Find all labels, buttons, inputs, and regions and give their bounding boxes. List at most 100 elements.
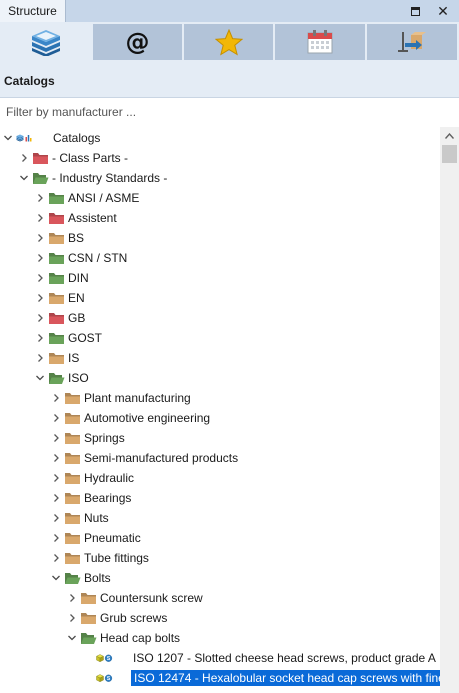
catalogs-view-button[interactable] [0, 24, 91, 60]
tree-node-label: Bearings [84, 491, 132, 505]
tree-node-head-cap-bolts[interactable]: Head cap bolts [0, 628, 440, 648]
chevron-right-icon[interactable] [50, 552, 62, 564]
open-folder-green-icon [33, 173, 49, 184]
folder-red-icon [33, 153, 48, 164]
section-title: Catalogs [4, 74, 55, 88]
chevron-right-icon[interactable] [50, 492, 62, 504]
close-icon: ✕ [437, 2, 449, 19]
chevron-right-icon[interactable] [66, 612, 78, 624]
favorites-view-button[interactable] [184, 24, 273, 60]
tree-node-label: GOST [68, 331, 103, 345]
tree-node-label: Nuts [84, 511, 109, 525]
tree-node-hydraulic[interactable]: Hydraulic [0, 468, 440, 488]
chevron-right-icon[interactable] [34, 272, 46, 284]
open-folder-green-icon [49, 373, 65, 384]
tree-node-bs[interactable]: BS [0, 228, 440, 248]
chevron-right-icon[interactable] [34, 252, 46, 264]
tree-node-bearings[interactable]: Bearings [0, 488, 440, 508]
tree-node-tube-fittings[interactable]: Tube fittings [0, 548, 440, 568]
chevron-right-icon[interactable] [18, 152, 30, 164]
tree-node-is[interactable]: IS [0, 348, 440, 368]
tree-node-csn-stn[interactable]: CSN / STN [0, 248, 440, 268]
chevron-right-icon[interactable] [34, 212, 46, 224]
tree-node-class-parts[interactable]: - Class Parts - [0, 148, 440, 168]
panel-header: Structure ✕ [0, 0, 459, 22]
tree-node-label: Hydraulic [84, 471, 135, 485]
tree-node-label: Tube fittings [84, 551, 149, 565]
folder-red-icon [49, 313, 64, 324]
restore-button[interactable] [406, 2, 424, 20]
calendar-view-button[interactable] [275, 24, 365, 60]
export-view-button[interactable] [367, 24, 457, 60]
chevron-right-icon[interactable] [50, 512, 62, 524]
folder-tan-icon [81, 593, 96, 604]
folder-tan-icon [65, 493, 80, 504]
chevron-right-icon[interactable] [50, 532, 62, 544]
chevron-right-icon[interactable] [34, 332, 46, 344]
chevron-right-icon[interactable] [50, 432, 62, 444]
tree-scrollbar[interactable] [440, 127, 459, 693]
at-sign-icon: @ [125, 28, 150, 56]
tree-node-bolts[interactable]: Bolts [0, 568, 440, 588]
tree-node-iso-1207-slotted-cheese-head-screws-product-grade-a[interactable]: S ISO 1207 - Slotted cheese head screws, … [0, 648, 440, 668]
tree-node-plant-manufacturing[interactable]: Plant manufacturing [0, 388, 440, 408]
chevron-right-icon[interactable] [50, 472, 62, 484]
chevron-right-icon[interactable] [50, 392, 62, 404]
chevron-down-icon[interactable] [18, 172, 30, 184]
tree-node-springs[interactable]: Springs [0, 428, 440, 448]
open-folder-green-icon [65, 573, 81, 584]
tree-node-label: Plant manufacturing [84, 391, 191, 405]
open-folder-green-icon [81, 633, 97, 644]
chevron-down-icon[interactable] [2, 132, 14, 144]
chevron-right-icon[interactable] [50, 452, 62, 464]
tree-node-din[interactable]: DIN [0, 268, 440, 288]
tree-node-label: ISO 12474 - Hexalobular socket head cap … [131, 670, 440, 686]
chevron-right-icon[interactable] [66, 592, 78, 604]
folder-tan-icon [65, 433, 80, 444]
tree-node-catalogs[interactable]: Catalogs [0, 128, 440, 148]
tree-node-en[interactable]: EN [0, 288, 440, 308]
tree-node-iso[interactable]: ISO [0, 368, 440, 388]
manufacturer-filter-input[interactable] [0, 99, 459, 125]
tree-node-label: Semi-manufactured products [84, 451, 239, 465]
tree-node-pneumatic[interactable]: Pneumatic [0, 528, 440, 548]
tree-node-gost[interactable]: GOST [0, 328, 440, 348]
tree-node-label: - Class Parts - [52, 151, 129, 165]
tree-node-automotive-engineering[interactable]: Automotive engineering [0, 408, 440, 428]
chevron-down-icon[interactable] [66, 632, 78, 644]
tree-node-assistent[interactable]: Assistent [0, 208, 440, 228]
folder-tan-icon [65, 393, 80, 404]
chevron-right-icon[interactable] [34, 352, 46, 364]
panel-tab-structure[interactable]: Structure [0, 0, 66, 22]
scroll-thumb[interactable] [442, 145, 457, 163]
tree-node-label: Springs [84, 431, 125, 445]
tree-node-semi-manufactured-products[interactable]: Semi-manufactured products [0, 448, 440, 468]
tree-node-industry-standards[interactable]: - Industry Standards - [0, 168, 440, 188]
star-icon [214, 28, 243, 56]
tree-node-label: IS [68, 351, 80, 365]
close-button[interactable]: ✕ [434, 2, 452, 20]
chevron-down-icon[interactable] [50, 572, 62, 584]
tree-node-gb[interactable]: GB [0, 308, 440, 328]
search-view-button[interactable]: @ [93, 24, 182, 60]
restore-icon [410, 6, 420, 16]
chevron-right-icon[interactable] [34, 192, 46, 204]
tree-node-iso-12474-hexalobular-socket-head-cap-screws-with-fine[interactable]: S ISO 12474 - Hexalobular socket head cap… [0, 668, 440, 688]
catalog-books-icon [31, 30, 60, 56]
chevron-down-icon[interactable] [34, 372, 46, 384]
tree-node-grub-screws[interactable]: Grub screws [0, 608, 440, 628]
calendar-icon [307, 30, 333, 54]
tree-node-ansi-asme[interactable]: ANSI / ASME [0, 188, 440, 208]
scroll-up-button[interactable] [440, 127, 459, 144]
chevron-right-icon[interactable] [34, 232, 46, 244]
tree-node-countersunk-screw[interactable]: Countersunk screw [0, 588, 440, 608]
folder-green-icon [49, 193, 64, 204]
chevron-right-icon[interactable] [50, 412, 62, 424]
tree-node-nuts[interactable]: Nuts [0, 508, 440, 528]
tree-node-label: ISO [68, 371, 89, 385]
tree-node-label: BS [68, 231, 85, 245]
section-header: Catalogs [0, 62, 459, 98]
tree-node-label: ANSI / ASME [68, 191, 140, 205]
chevron-right-icon[interactable] [34, 292, 46, 304]
chevron-right-icon[interactable] [34, 312, 46, 324]
